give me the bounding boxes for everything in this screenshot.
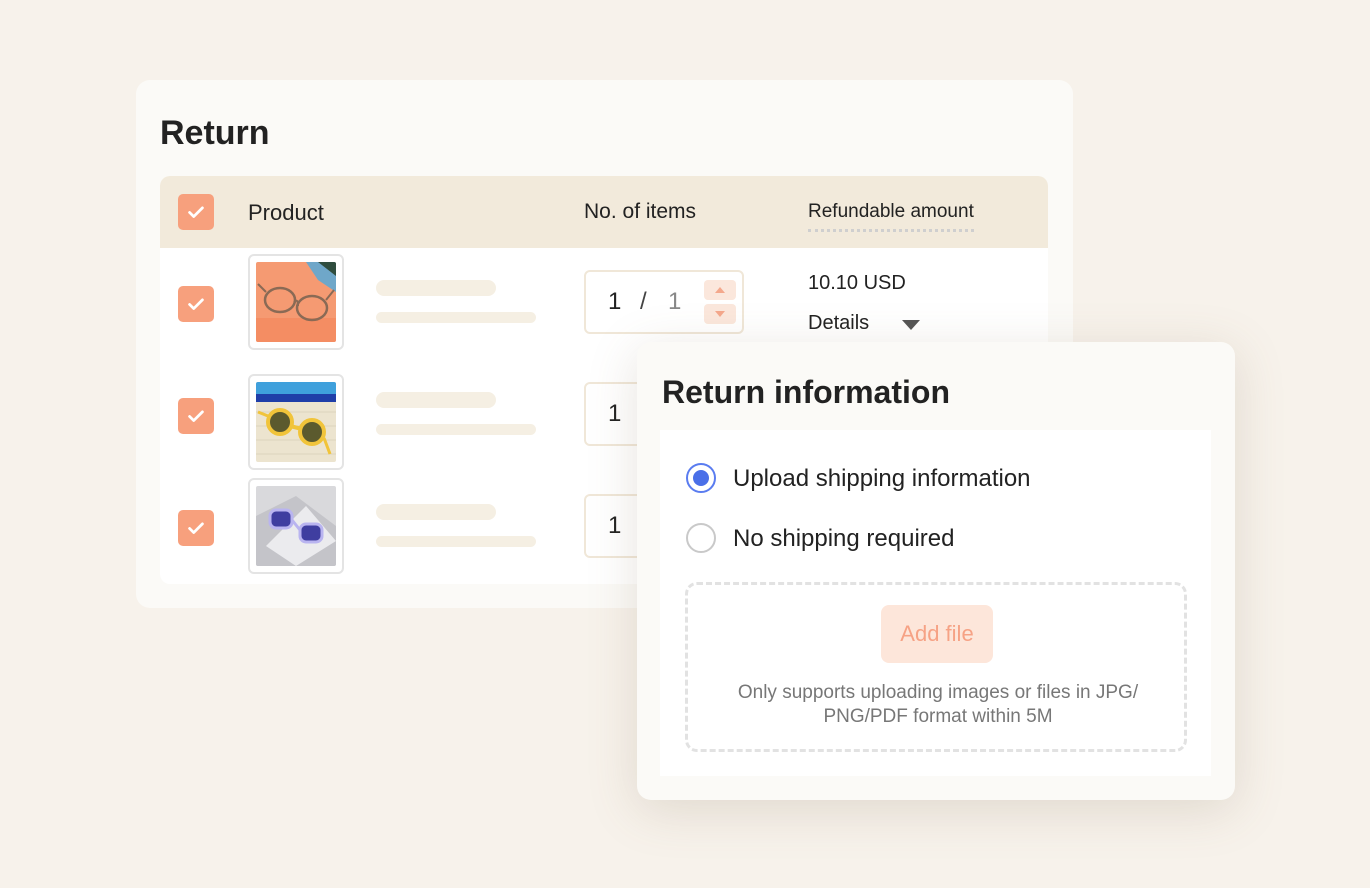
product-desc-placeholder <box>376 312 536 323</box>
product-thumbnail[interactable] <box>248 254 344 350</box>
quantity-value: 1 <box>608 288 622 315</box>
upload-shipping-radio[interactable] <box>686 463 716 493</box>
quantity-stepper[interactable]: 1 / 1 <box>584 270 744 334</box>
table-row: 1 / 1 10.10 USD Details <box>160 254 1048 354</box>
product-name-placeholder <box>376 392 496 408</box>
quantity-total: 1 <box>668 288 682 315</box>
quantity-separator: / <box>640 288 647 315</box>
row-checkbox[interactable] <box>178 286 214 322</box>
product-image <box>256 382 336 462</box>
table-header: Product No. of items Refundable amount <box>160 176 1048 248</box>
return-information-panel: Upload shipping information No shipping … <box>660 430 1211 776</box>
decrement-button[interactable] <box>704 304 736 324</box>
check-icon <box>188 410 204 422</box>
select-all-checkbox[interactable] <box>178 194 214 230</box>
upload-shipping-label[interactable]: Upload shipping information <box>733 465 1031 493</box>
column-header-product: Product <box>248 200 324 225</box>
product-thumbnail[interactable] <box>248 374 344 470</box>
no-shipping-radio[interactable] <box>686 523 716 553</box>
product-thumbnail[interactable] <box>248 478 344 574</box>
quantity-value: 1 <box>608 400 622 427</box>
caret-up-icon <box>715 287 725 293</box>
check-icon <box>188 522 204 534</box>
chevron-down-icon[interactable] <box>902 320 920 330</box>
product-name-placeholder <box>376 280 496 296</box>
column-header-items: No. of items <box>584 200 697 223</box>
product-desc-placeholder <box>376 536 536 547</box>
product-image <box>256 262 336 342</box>
product-name-placeholder <box>376 504 496 520</box>
caret-down-icon <box>715 311 725 317</box>
quantity-value: 1 <box>608 512 622 539</box>
details-toggle[interactable]: Details <box>808 312 869 335</box>
column-header-refundable-amount[interactable]: Refundable amount <box>808 201 974 232</box>
upload-hint: Only supports uploading images or files … <box>737 682 1139 727</box>
product-image <box>256 486 336 566</box>
return-information-title: Return information <box>662 374 950 410</box>
return-information-card: Return information Upload shipping infor… <box>637 342 1235 800</box>
refundable-amount-value: 10.10 USD <box>808 272 906 294</box>
row-checkbox[interactable] <box>178 398 214 434</box>
row-checkbox[interactable] <box>178 510 214 546</box>
no-shipping-label[interactable]: No shipping required <box>733 525 954 553</box>
file-dropzone[interactable]: Add file Only supports uploading images … <box>685 582 1187 752</box>
page-title: Return <box>160 114 270 152</box>
product-desc-placeholder <box>376 424 536 435</box>
increment-button[interactable] <box>704 280 736 300</box>
add-file-button[interactable]: Add file <box>881 605 993 663</box>
check-icon <box>188 298 204 310</box>
check-icon <box>188 206 204 218</box>
